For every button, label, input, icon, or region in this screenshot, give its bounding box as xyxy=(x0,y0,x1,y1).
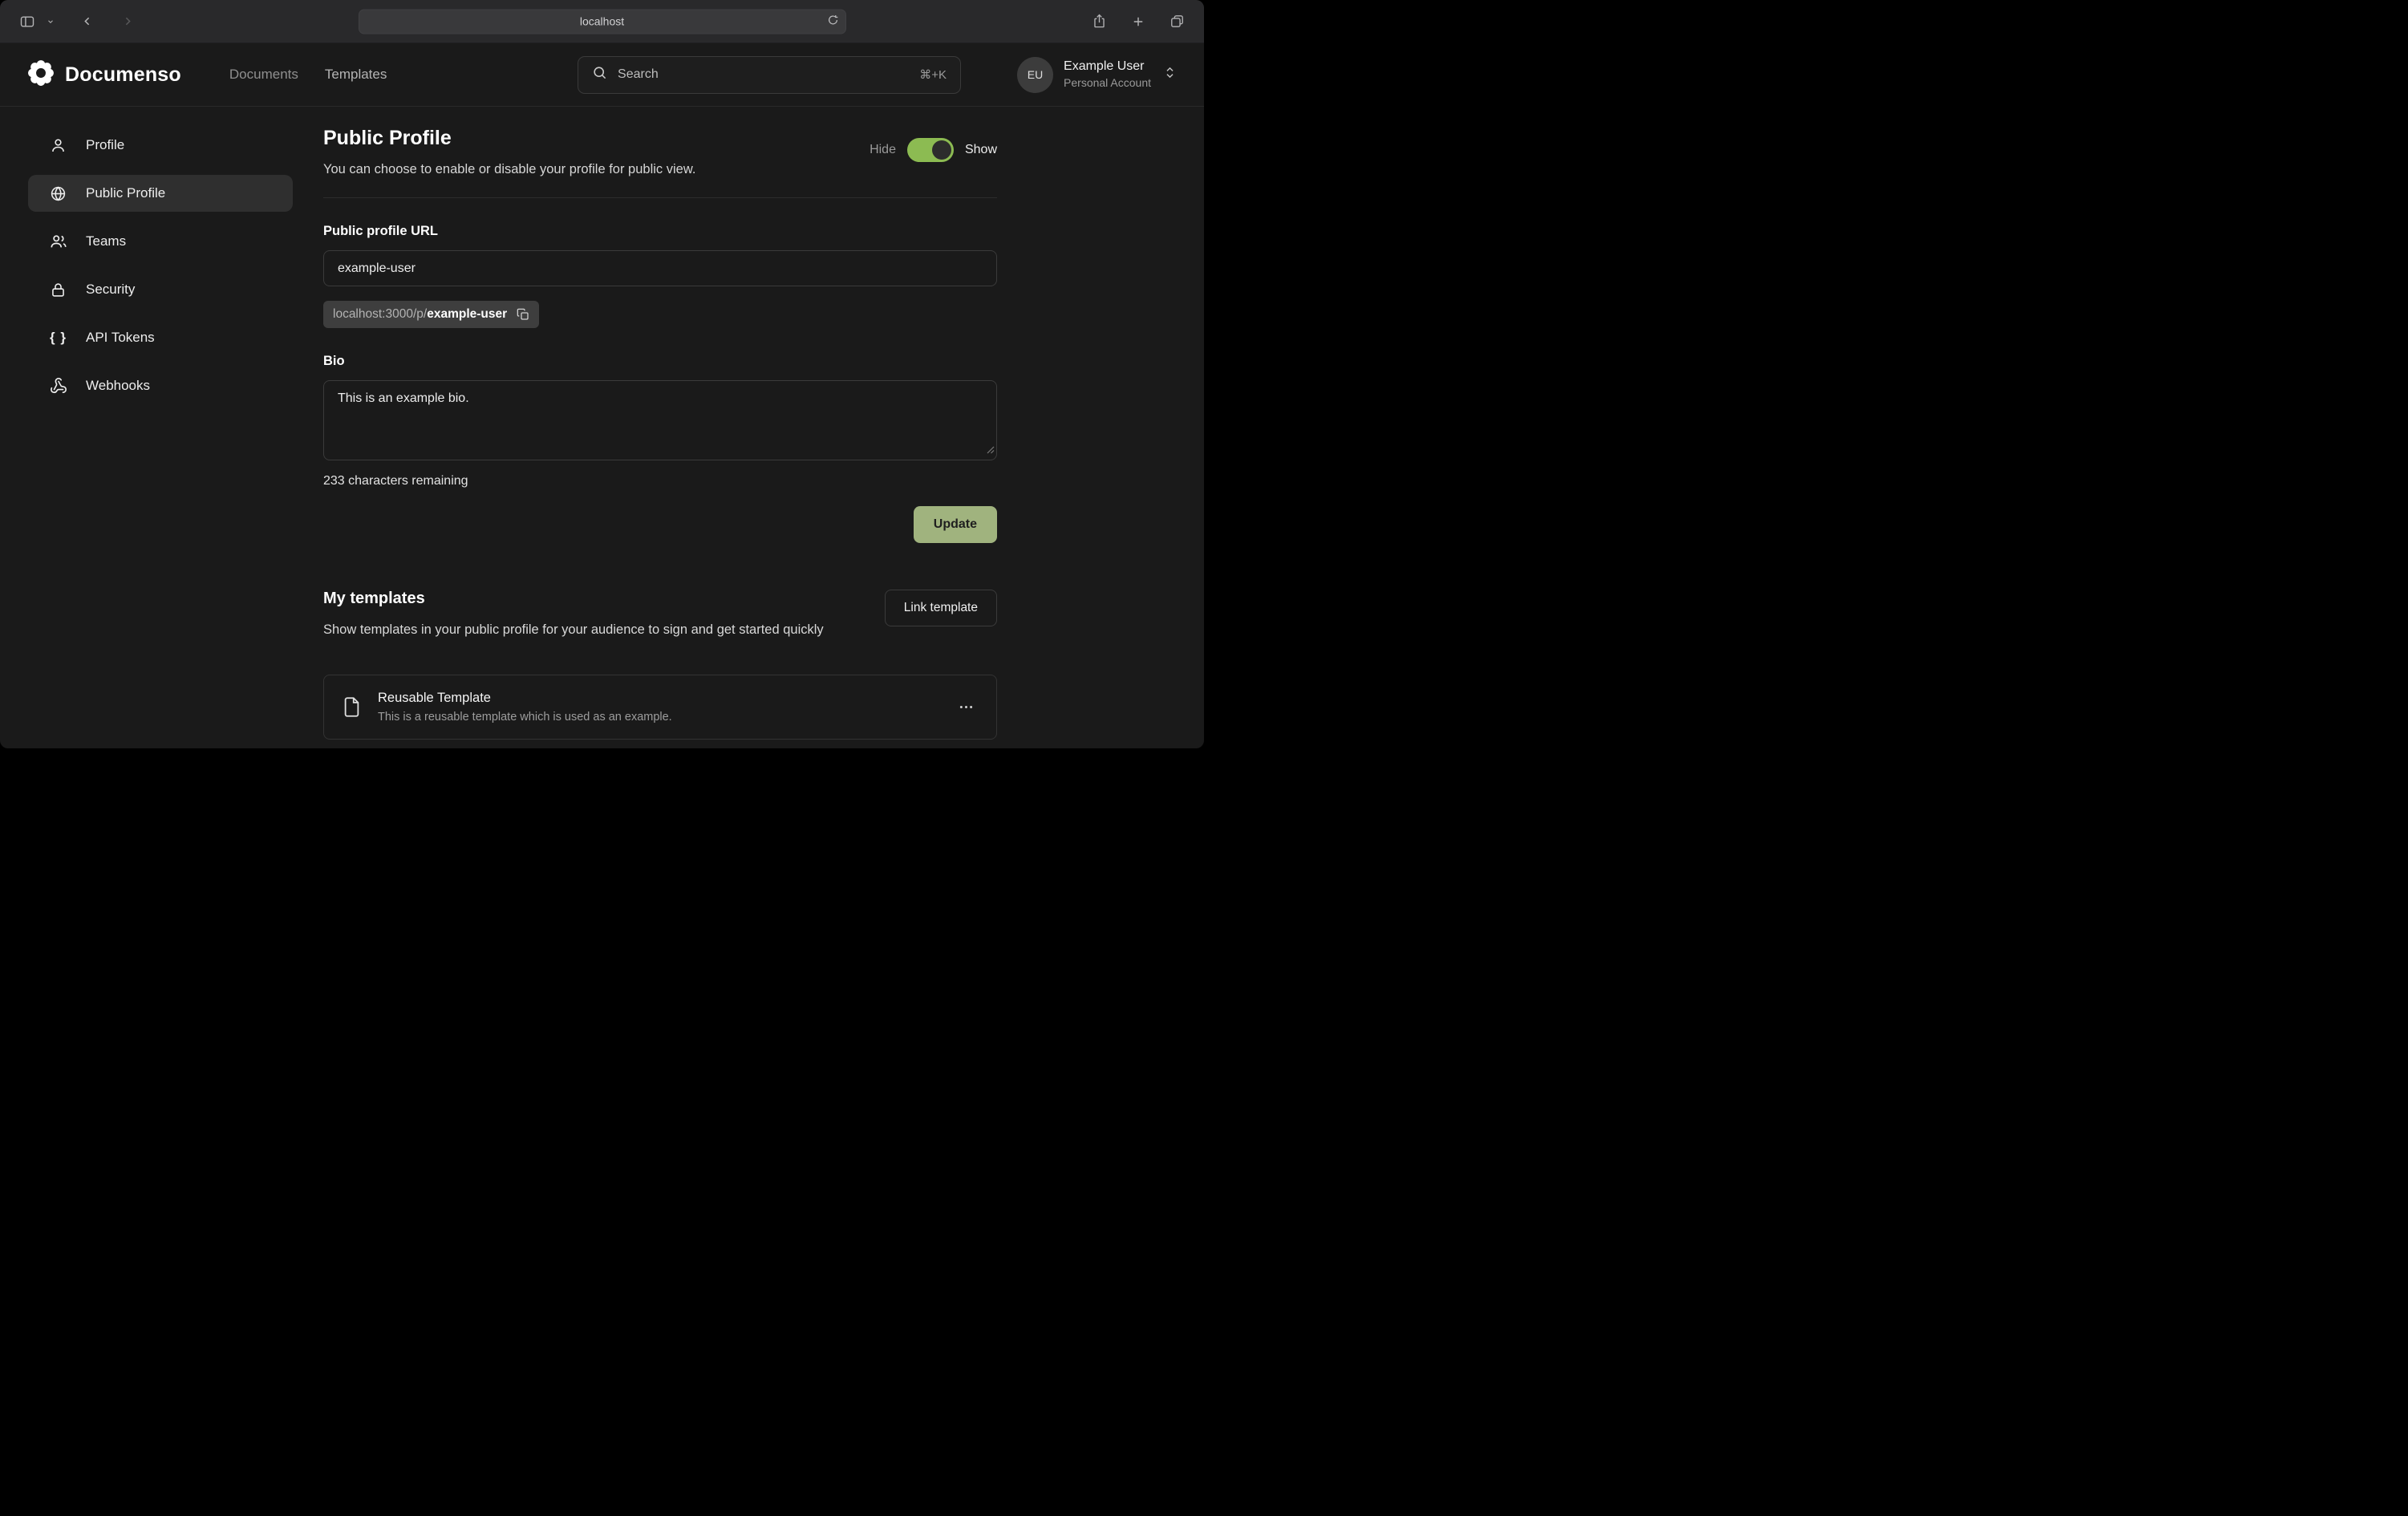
copy-icon[interactable] xyxy=(517,308,529,321)
webhook-icon xyxy=(49,377,67,395)
chevron-down-icon[interactable] xyxy=(43,14,58,29)
sidebar-item-label: Public Profile xyxy=(86,185,165,201)
page-subtitle: You can choose to enable or disable your… xyxy=(323,162,695,177)
documenso-logo-icon xyxy=(27,59,55,91)
browser-window: localhost xyxy=(0,0,1204,748)
sidebar-item-teams[interactable]: Teams xyxy=(28,223,293,260)
sidebar-item-label: API Tokens xyxy=(86,330,155,346)
sidebar-item-label: Security xyxy=(86,282,135,298)
account-type: Personal Account xyxy=(1064,76,1151,91)
update-button[interactable]: Update xyxy=(914,506,997,543)
template-name: Reusable Template xyxy=(378,691,672,706)
back-icon[interactable] xyxy=(77,11,97,31)
sidebar-item-label: Profile xyxy=(86,137,124,153)
public-profile-settings: Public Profile You can choose to enable … xyxy=(323,127,997,748)
show-label[interactable]: Show xyxy=(965,143,997,157)
my-templates-description: Show templates in your public profile fo… xyxy=(323,620,824,641)
search-icon xyxy=(592,65,607,84)
bio-textarea[interactable]: This is an example bio. xyxy=(323,380,997,460)
sidebar-item-public-profile[interactable]: Public Profile xyxy=(28,175,293,212)
link-template-button[interactable]: Link template xyxy=(885,590,997,626)
public-profile-url-input[interactable] xyxy=(323,250,997,286)
profile-link-chip[interactable]: localhost:3000/p/example-user xyxy=(323,301,539,328)
app-header: Documenso Documents Templates Search ⌘+K… xyxy=(0,43,1204,107)
file-icon xyxy=(341,696,363,718)
nav-item-documents[interactable]: Documents xyxy=(229,67,298,83)
forward-icon[interactable] xyxy=(118,11,138,31)
share-icon[interactable] xyxy=(1088,10,1110,32)
user-icon xyxy=(49,137,67,154)
account-name: Example User xyxy=(1064,59,1151,75)
public-profile-url-label: Public profile URL xyxy=(323,224,997,239)
characters-remaining: 233 characters remaining xyxy=(323,474,997,488)
brand-name: Documenso xyxy=(65,63,181,87)
account-menu[interactable]: EU Example User Personal Account xyxy=(1017,57,1177,93)
tab-overview-icon[interactable] xyxy=(1166,10,1188,32)
address-bar[interactable]: localhost xyxy=(359,9,846,34)
my-templates-title: My templates xyxy=(323,590,824,608)
toggle-thumb xyxy=(932,140,951,160)
address-bar-url: localhost xyxy=(580,15,624,28)
sidebar-item-label: Webhooks xyxy=(86,378,150,394)
users-icon xyxy=(49,233,67,250)
search-shortcut: ⌘+K xyxy=(919,67,947,82)
new-tab-icon[interactable] xyxy=(1128,11,1149,32)
avatar: EU xyxy=(1017,57,1053,93)
settings-sidebar: Profile Public Profile Teams Security xyxy=(28,127,293,748)
globe-icon xyxy=(49,185,67,202)
template-menu-button[interactable] xyxy=(953,694,979,720)
profile-link-prefix: localhost:3000/p/ xyxy=(333,307,427,321)
hide-label[interactable]: Hide xyxy=(870,143,896,157)
search-input[interactable]: Search ⌘+K xyxy=(578,56,961,94)
profile-visibility-toggle[interactable] xyxy=(907,138,954,162)
sidebar-item-webhooks[interactable]: Webhooks xyxy=(28,367,293,404)
page-title: Public Profile xyxy=(323,127,695,150)
template-card: Reusable Template This is a reusable tem… xyxy=(323,675,997,740)
nav-item-templates[interactable]: Templates xyxy=(325,67,387,83)
braces-icon: { } xyxy=(49,330,67,346)
sidebar-item-api-tokens[interactable]: { } API Tokens xyxy=(28,319,293,356)
sidebar-item-label: Teams xyxy=(86,233,126,249)
profile-link-slug: example-user xyxy=(427,307,507,321)
top-nav: Documents Templates xyxy=(229,67,387,83)
search-placeholder: Search xyxy=(618,67,659,82)
brand-logo[interactable]: Documenso xyxy=(27,59,181,91)
reload-icon[interactable] xyxy=(827,14,839,29)
sidebar-item-security[interactable]: Security xyxy=(28,271,293,308)
browser-toolbar: localhost xyxy=(0,0,1204,43)
sidebar-item-profile[interactable]: Profile xyxy=(28,127,293,164)
visibility-toggle-row: Hide Show xyxy=(870,138,997,162)
template-description: This is a reusable template which is use… xyxy=(378,711,672,724)
divider xyxy=(323,197,997,198)
sidebar-toggle-icon[interactable] xyxy=(16,10,39,33)
lock-icon xyxy=(49,282,67,298)
bio-label: Bio xyxy=(323,354,997,369)
chevrons-up-down-icon xyxy=(1163,66,1177,83)
